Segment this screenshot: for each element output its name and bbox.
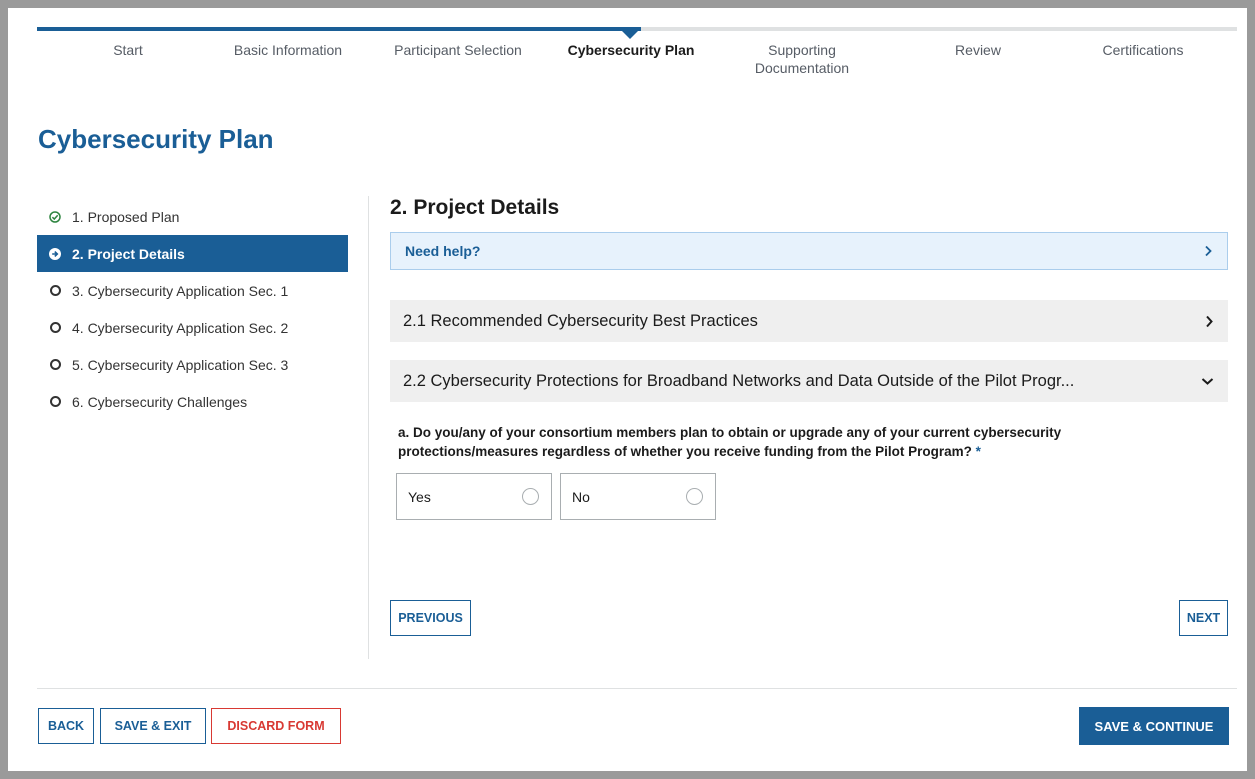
step-basic-information: Basic Information bbox=[233, 42, 343, 58]
chevron-down-icon bbox=[1201, 376, 1214, 386]
accordion-label: 2.2 Cybersecurity Protections for Broadb… bbox=[403, 371, 1075, 390]
empty-circle-icon bbox=[49, 322, 61, 334]
required-marker: * bbox=[975, 444, 981, 459]
step-certifications: Certifications bbox=[1102, 42, 1184, 58]
accordion-label: 2.1 Recommended Cybersecurity Best Pract… bbox=[403, 311, 758, 330]
accordion-broadband-protections[interactable]: 2.2 Cybersecurity Protections for Broadb… bbox=[390, 360, 1228, 402]
save-continue-button[interactable]: SAVE & CONTINUE bbox=[1079, 707, 1229, 745]
question-upgrade-protections: a. Do you/any of your consortium members… bbox=[398, 423, 1168, 461]
radio-option-label: No bbox=[572, 488, 590, 505]
section-sidenav: 1. Proposed Plan 2. Project Details 3. C… bbox=[37, 198, 348, 420]
discard-form-button[interactable]: DISCARD FORM bbox=[211, 708, 341, 744]
progress-fill bbox=[37, 27, 641, 31]
radio-option-no[interactable]: No bbox=[560, 473, 716, 520]
step-review: Review bbox=[955, 42, 1001, 58]
next-button[interactable]: NEXT bbox=[1179, 600, 1228, 636]
section-title: 2. Project Details bbox=[390, 196, 560, 219]
save-exit-button[interactable]: SAVE & EXIT bbox=[100, 708, 206, 744]
column-divider bbox=[368, 196, 369, 659]
sidenav-item-label: 1. Proposed Plan bbox=[72, 208, 180, 225]
question-text: a. Do you/any of your consortium members… bbox=[398, 425, 1062, 459]
sidenav-item-label: 5. Cybersecurity Application Sec. 3 bbox=[72, 356, 289, 373]
step-start: Start bbox=[113, 42, 143, 58]
empty-circle-icon bbox=[49, 359, 61, 371]
sidenav-item-project-details[interactable]: 2. Project Details bbox=[37, 235, 348, 272]
sidenav-item-label: 6. Cybersecurity Challenges bbox=[72, 393, 248, 410]
step-cybersecurity-plan: Cybersecurity Plan bbox=[567, 42, 695, 58]
empty-circle-icon bbox=[49, 285, 61, 297]
form-window: Start Basic Information Participant Sele… bbox=[8, 8, 1247, 771]
radio-circle-icon[interactable] bbox=[686, 488, 703, 505]
sidenav-item-label: 3. Cybersecurity Application Sec. 1 bbox=[72, 282, 289, 299]
sidenav-item-proposed-plan[interactable]: 1. Proposed Plan bbox=[37, 198, 348, 235]
need-help-toggle[interactable]: Need help? bbox=[390, 232, 1228, 270]
sidenav-item-challenges[interactable]: 6. Cybersecurity Challenges bbox=[37, 383, 348, 420]
sidenav-item-application-sec-2[interactable]: 4. Cybersecurity Application Sec. 2 bbox=[37, 309, 348, 346]
current-step-indicator bbox=[622, 31, 638, 39]
check-circle-icon bbox=[49, 210, 61, 223]
accordion-best-practices[interactable]: 2.1 Recommended Cybersecurity Best Pract… bbox=[390, 300, 1228, 342]
empty-circle-icon bbox=[49, 396, 61, 408]
radio-circle-icon[interactable] bbox=[522, 488, 539, 505]
chevron-right-icon bbox=[1204, 315, 1214, 328]
sidenav-item-label: 4. Cybersecurity Application Sec. 2 bbox=[72, 319, 289, 336]
step-participant-selection: Participant Selection bbox=[394, 42, 522, 58]
back-button[interactable]: BACK bbox=[38, 708, 94, 744]
need-help-label: Need help? bbox=[405, 243, 481, 259]
sidenav-item-application-sec-1[interactable]: 3. Cybersecurity Application Sec. 1 bbox=[37, 272, 348, 309]
chevron-right-icon bbox=[1203, 245, 1213, 257]
sidenav-item-label: 2. Project Details bbox=[72, 245, 185, 262]
footer-divider bbox=[37, 688, 1237, 689]
radio-option-yes[interactable]: Yes bbox=[396, 473, 552, 520]
sidenav-item-application-sec-3[interactable]: 5. Cybersecurity Application Sec. 3 bbox=[37, 346, 348, 383]
previous-button[interactable]: PREVIOUS bbox=[390, 600, 471, 636]
radio-option-label: Yes bbox=[408, 488, 431, 505]
page-title: Cybersecurity Plan bbox=[38, 124, 274, 154]
step-supporting-documentation: Supporting Documentation bbox=[754, 42, 850, 76]
arrow-circle-right-icon bbox=[49, 247, 61, 260]
